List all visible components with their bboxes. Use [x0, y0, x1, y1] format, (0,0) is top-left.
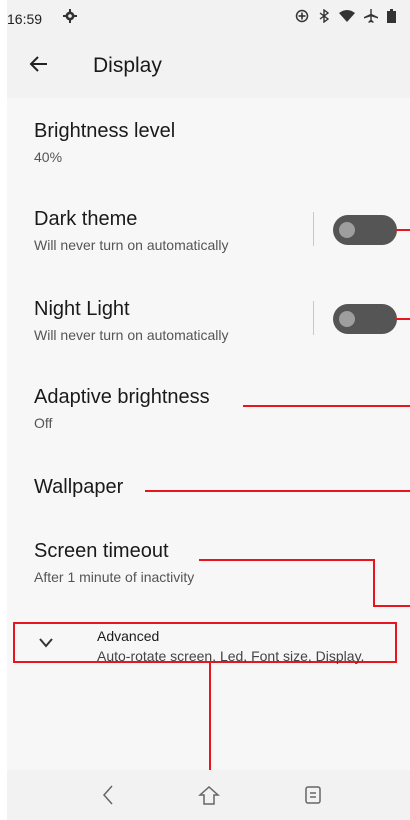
toggle-knob [339, 222, 355, 238]
setting-adaptive-brightness[interactable]: Adaptive brightness Off [34, 386, 210, 431]
annotation-line-timeout-h2 [373, 605, 410, 607]
data-saver-icon [295, 9, 309, 23]
device-screen: 16:59 Display Brightness level 40% Dark … [7, 0, 410, 820]
annotation-line-dark-theme [396, 229, 410, 231]
annotation-line-timeout-h [199, 559, 375, 561]
night-light-toggle[interactable] [333, 304, 397, 334]
setting-title: Night Light [34, 298, 130, 320]
setting-wallpaper[interactable]: Wallpaper [34, 476, 123, 499]
setting-subtitle: Off [34, 415, 53, 431]
setting-dark-theme[interactable]: Dark theme Will never turn on automatica… [34, 208, 229, 253]
toggle-divider [313, 301, 314, 335]
annotation-line-night-light [396, 318, 410, 320]
setting-night-light[interactable]: Night Light Will never turn on automatic… [34, 298, 229, 343]
chevron-down-icon[interactable] [37, 636, 55, 650]
setting-subtitle: Will never turn on automatically [34, 237, 229, 253]
setting-subtitle: Will never turn on automatically [34, 327, 229, 343]
annotation-line-timeout-v [373, 559, 375, 607]
setting-title: Dark theme [34, 208, 138, 230]
page-title: Display [93, 54, 162, 77]
setting-title: Screen timeout [34, 540, 169, 562]
setting-title: Wallpaper [34, 476, 124, 498]
advanced-title[interactable]: Advanced [97, 628, 159, 644]
setting-title: Brightness level [34, 120, 176, 142]
setting-subtitle: 40% [34, 149, 63, 165]
toggle-knob [339, 311, 355, 327]
annotation-line-wallpaper [145, 490, 410, 492]
wifi-icon [339, 10, 355, 22]
app-bar: Display [7, 34, 410, 98]
nav-recents-icon[interactable] [300, 782, 326, 808]
settings-list: Brightness level 40% Dark theme Will nev… [7, 98, 410, 820]
battery-icon [387, 9, 396, 23]
toggle-divider [313, 212, 314, 246]
annotation-line-adaptive [243, 405, 410, 407]
navigation-bar [7, 770, 410, 820]
nav-home-icon[interactable] [196, 782, 222, 808]
settings-gear-icon [63, 9, 77, 23]
back-arrow-icon[interactable] [27, 52, 51, 76]
nav-back-icon[interactable] [95, 782, 121, 808]
dark-theme-toggle[interactable] [333, 215, 397, 245]
status-icons [295, 9, 396, 23]
status-bar: 16:59 [7, 0, 410, 34]
setting-brightness-level[interactable]: Brightness level 40% [34, 120, 175, 165]
setting-title: Adaptive brightness [34, 386, 210, 408]
advanced-subtitle: Auto-rotate screen, Led, Font size, Disp… [97, 648, 365, 664]
bluetooth-icon [319, 9, 330, 23]
airplane-mode-icon [364, 9, 378, 23]
setting-subtitle: After 1 minute of inactivity [34, 569, 195, 585]
setting-screen-timeout[interactable]: Screen timeout After 1 minute of inactiv… [34, 540, 194, 585]
status-time: 16:59 [7, 11, 43, 27]
